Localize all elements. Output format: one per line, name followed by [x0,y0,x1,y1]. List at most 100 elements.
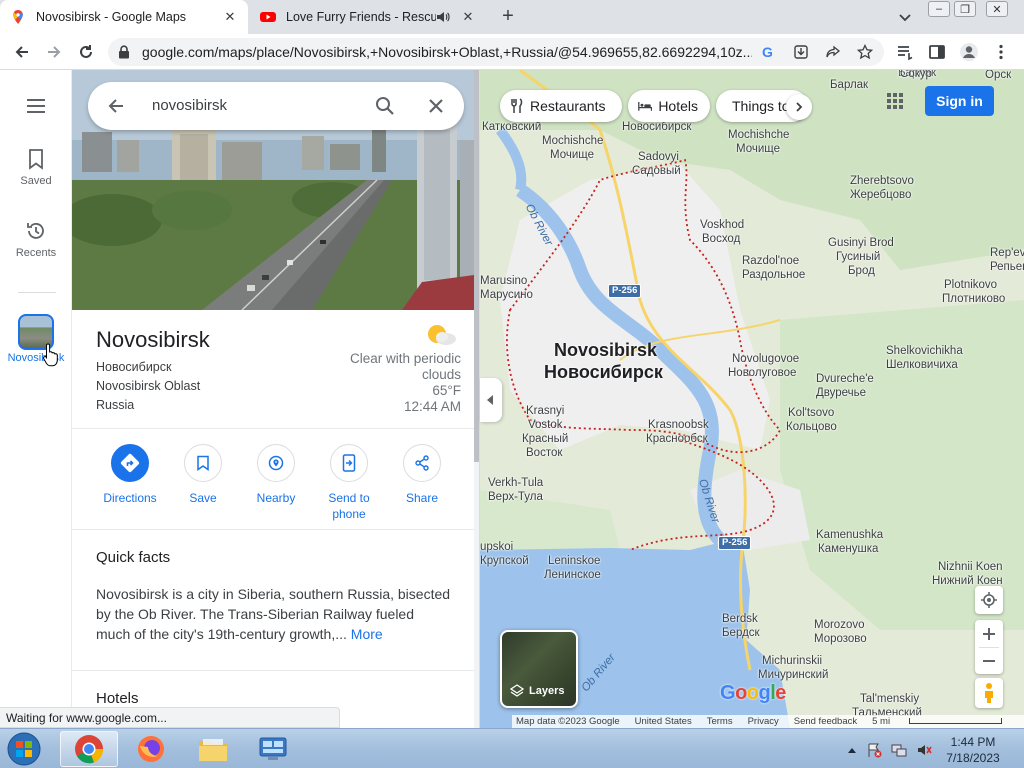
recents-button[interactable]: Recents [0,220,72,259]
map-label: Восток [526,447,563,459]
street-view-pegman[interactable] [975,678,1003,708]
save-button[interactable]: Save [165,444,241,506]
google-maps-favicon-icon [13,10,23,24]
audio-playing-icon[interactable] [436,10,450,24]
close-tab-icon[interactable]: ✕ [460,9,476,25]
map-label: Shelkovichikha [886,345,963,357]
terms-link[interactable]: Terms [707,716,733,727]
side-panel-button[interactable] [927,42,947,62]
map-canvas[interactable]: Катковский Новосибирск Барлак Сокур Орск… [480,70,1024,728]
nearby-circle[interactable] [257,444,295,482]
restaurants-chip[interactable]: Restaurants [500,90,622,122]
share-circle[interactable] [403,444,441,482]
hotels-chip[interactable]: Hotels [628,90,710,122]
save-circle[interactable] [184,444,222,482]
map-label: Новосибирск [622,121,692,133]
directions-circle[interactable] [111,444,149,482]
tray-network[interactable] [891,742,907,758]
map-city-label-en[interactable]: Novosibirsk [554,340,657,361]
chips-next-button[interactable] [786,94,812,120]
close-icon[interactable] [426,96,446,116]
tab-google-maps[interactable]: Novosibirsk - Google Maps ✕ [0,0,248,34]
nearby-button[interactable]: Nearby [238,444,314,506]
map-label: Мичуринский [758,669,829,681]
scale-control[interactable]: 5 mi [872,716,1017,727]
chevron-right-icon [796,102,803,112]
back-arrow-icon [15,46,28,58]
map-label: Kol'tsovo [788,407,835,419]
sign-in-button[interactable]: Sign in [925,86,994,116]
place-panel: novosibirsk Novosibirsk Новосибирск Novo… [72,70,480,728]
tab-title: Love Furry Friends - Rescue [286,10,436,24]
network-icon [891,744,907,757]
search-input[interactable]: novosibirsk [152,97,227,114]
address-bar[interactable]: google.com/maps/place/Novosibirsk,+Novos… [108,38,884,66]
google-apps-icon[interactable] [886,92,904,110]
more-link[interactable]: More [351,626,383,642]
restore-window-button[interactable]: ❐ [954,1,976,17]
zoom-in-button[interactable] [982,620,996,647]
browser-menu-button[interactable] [991,42,1011,62]
weather-condition: Clear with periodic clouds [349,351,461,382]
send-to-phone-button[interactable]: Send to phone [311,444,387,522]
plus-icon [983,627,995,640]
back-button[interactable] [12,42,32,62]
map-label: Zherebtsovo [850,175,914,187]
share-page-icon[interactable] [824,43,842,61]
minimize-window-button[interactable]: – [928,1,950,17]
tray-volume[interactable] [916,742,932,758]
privacy-link[interactable]: Privacy [748,716,779,727]
map-label: Новолуговое [728,367,797,379]
menu-icon [27,99,45,113]
weather-temp-value: 65°F [432,383,461,398]
map-label: Кольцово [786,421,837,433]
search-icon[interactable] [375,96,395,116]
map-label: Краснообск [646,433,708,445]
bookmark-star-icon[interactable] [856,43,874,61]
share-button[interactable]: Share [384,444,460,506]
folder-icon [199,739,227,761]
taskbar-clock[interactable]: 1:44 PM 7/18/2023 [938,734,1008,766]
collapse-panel-button[interactable] [480,378,502,422]
firefox-icon [138,736,164,762]
menu-button[interactable] [0,98,72,119]
media-control-button[interactable] [895,42,915,62]
directions-button[interactable]: Directions [92,444,168,506]
taskbar-file-explorer[interactable] [184,731,242,767]
start-button[interactable] [4,731,44,767]
map-label: Бердск [722,627,760,639]
show-hidden-icons-button[interactable] [844,742,860,758]
zoom-out-button[interactable] [982,648,996,674]
close-tab-icon[interactable]: ✕ [222,9,238,25]
saved-button[interactable]: Saved [0,148,72,187]
map-city-label-ru[interactable]: Новосибирск [544,362,663,383]
tab-love-furry-friends[interactable]: Love Furry Friends - Rescue ✕ [250,0,486,34]
country-link[interactable]: United States [635,716,692,727]
search-box[interactable]: novosibirsk [88,82,464,130]
taskbar-firefox[interactable] [122,731,180,767]
new-tab-button[interactable]: + [496,6,520,28]
back-arrow-icon[interactable] [106,96,126,116]
google-lens-icon[interactable]: G [760,43,778,61]
weather-time: 12:44 AM [403,399,461,414]
map-label: Шелковичиха [886,359,958,371]
windows-start-orb-icon [7,732,41,766]
layers-button[interactable]: Layers [500,630,578,708]
install-app-icon[interactable] [792,43,810,61]
tray-action-center[interactable] [866,742,882,758]
taskbar-chrome[interactable] [60,731,118,767]
send-to-phone-circle[interactable] [330,444,368,482]
reload-button[interactable] [76,42,96,62]
close-window-button[interactable]: ✕ [986,1,1008,17]
profile-button[interactable] [959,42,979,62]
quick-facts-body: Novosibirsk is a city in Siberia, southe… [96,586,451,642]
my-location-button[interactable] [975,586,1003,614]
road-shield: P-256 [718,536,752,550]
taskbar-control-panel[interactable] [244,731,302,767]
map-label: Mochishche [728,129,790,141]
section-divider [72,670,474,671]
chevron-down-icon[interactable] [896,8,914,26]
mouse-pointer-icon [43,343,58,367]
forward-button[interactable] [44,42,64,62]
send-feedback-link[interactable]: Send feedback [794,716,857,727]
